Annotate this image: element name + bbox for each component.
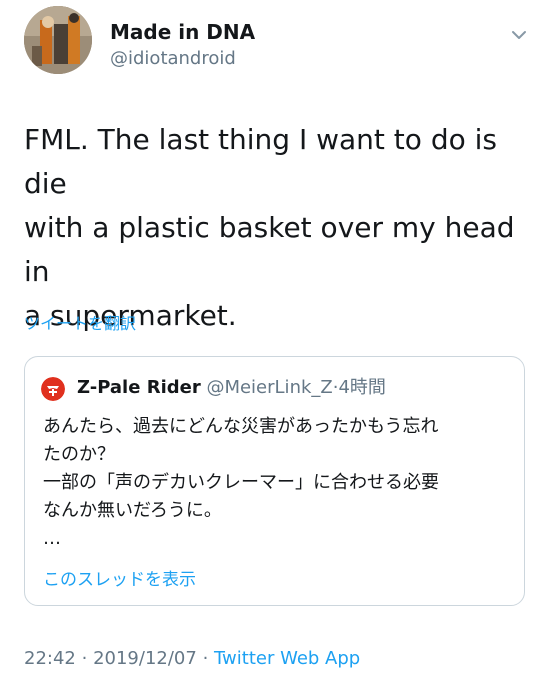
quote-header: Z-Pale Rider @MeierLink_Z·4時間 [77, 375, 386, 401]
meta-separator: · [202, 648, 209, 669]
quote-author-name: Z-Pale Rider [77, 377, 201, 398]
quoted-tweet-card[interactable]: Z-Pale Rider @MeierLink_Z·4時間 あんたら、過去にどん… [24, 356, 525, 606]
author-handle[interactable]: @idiotandroid [110, 48, 236, 69]
meta-separator: · [81, 648, 88, 669]
tweet-time[interactable]: 22:42 [24, 648, 76, 669]
tweet-source-link[interactable]: Twitter Web App [214, 648, 360, 669]
quote-timestamp: 4時間 [338, 377, 386, 398]
quote-text: あんたら、過去にどんな災害があったかもう忘れ たのか？ 一部の「声のデカいクレー… [43, 416, 439, 549]
robot-figure-avatar-icon [24, 6, 92, 74]
rider-helmet-icon [41, 377, 65, 401]
quote-author-handle: @MeierLink_Z [206, 377, 333, 398]
show-thread-link[interactable]: このスレッドを表示 [43, 565, 196, 590]
avatar[interactable] [24, 6, 92, 74]
tweet-date[interactable]: 2019/12/07 [93, 648, 197, 669]
tweet-text: FML. The last thing I want to do is die … [24, 123, 515, 332]
author-name[interactable]: Made in DNA [110, 20, 255, 44]
tweet-metadata: 22:42 · 2019/12/07 · Twitter Web App [24, 648, 360, 669]
chevron-down-icon[interactable] [508, 24, 530, 46]
translate-tweet-link[interactable]: ツイートを翻訳 [24, 310, 136, 334]
